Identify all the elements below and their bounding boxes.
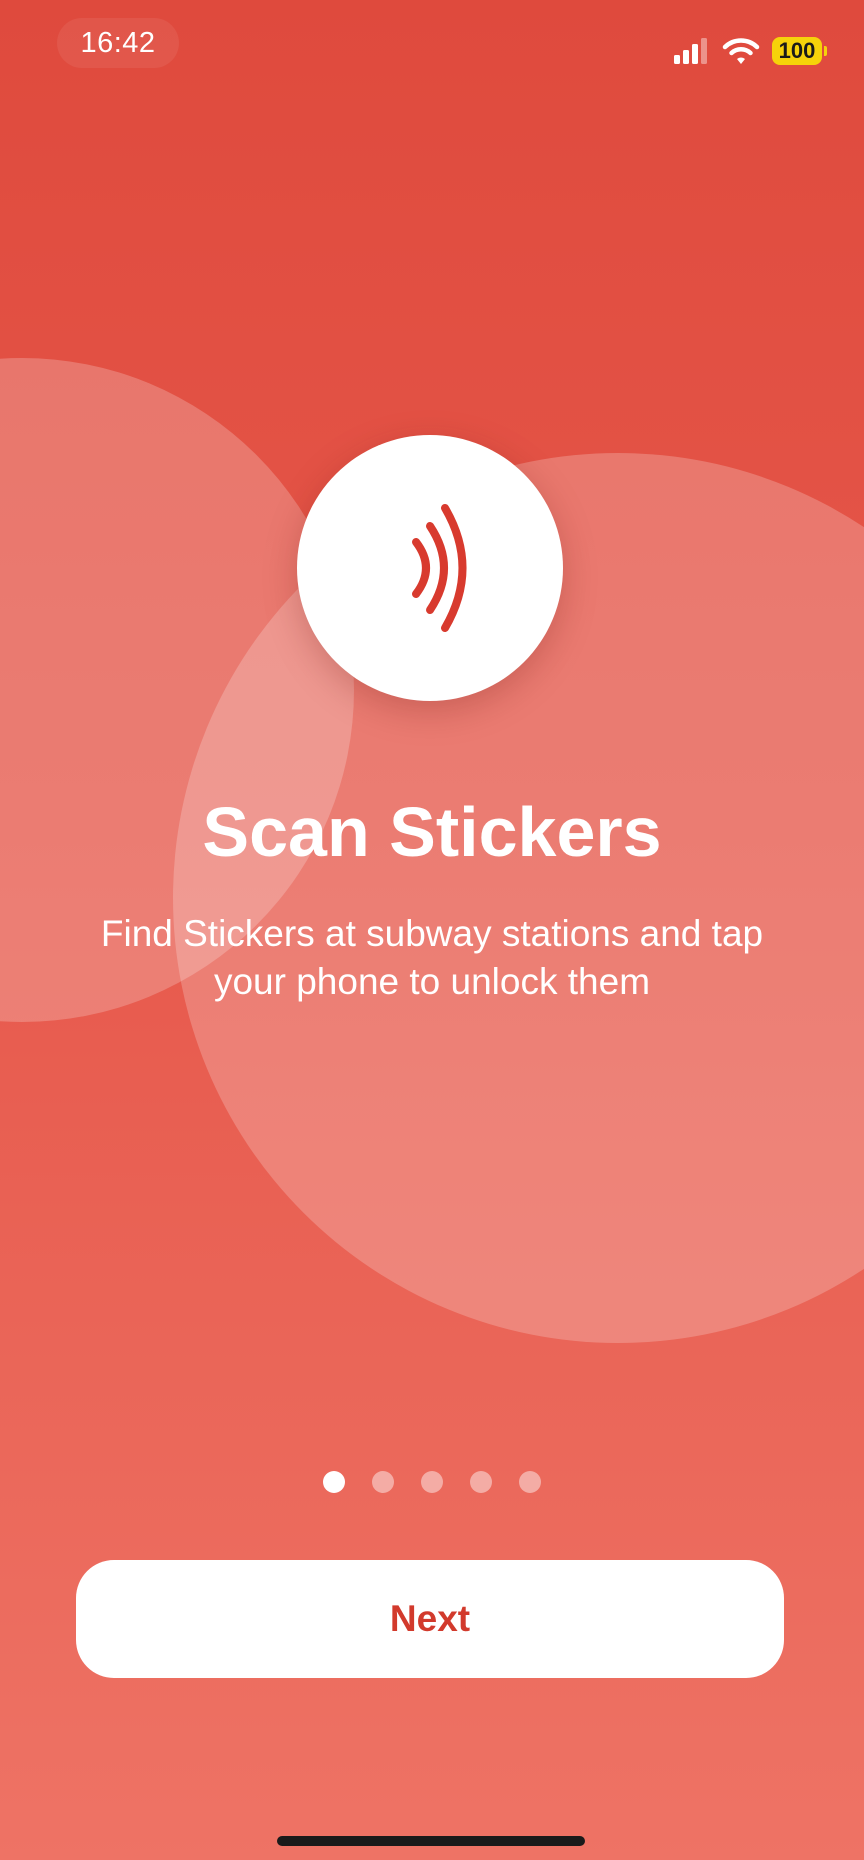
status-time: 16:42 bbox=[57, 18, 179, 68]
page-dot-3[interactable] bbox=[421, 1471, 443, 1493]
page-indicator bbox=[0, 1471, 864, 1493]
home-indicator[interactable] bbox=[277, 1836, 585, 1846]
next-button[interactable]: Next bbox=[76, 1560, 784, 1678]
page-dot-1[interactable] bbox=[323, 1471, 345, 1493]
page-title: Scan Stickers bbox=[202, 793, 662, 871]
page-dot-5[interactable] bbox=[519, 1471, 541, 1493]
wifi-icon bbox=[722, 38, 760, 64]
hero-icon-circle bbox=[297, 435, 563, 701]
nfc-waves-icon bbox=[412, 504, 467, 632]
status-icons: 100 bbox=[674, 34, 827, 68]
onboarding-screen: 16:42 100 Scan Stickers Find Stickers at… bbox=[0, 0, 864, 1860]
battery-icon: 100 bbox=[772, 37, 827, 65]
page-subtitle: Find Stickers at subway stations and tap… bbox=[100, 913, 764, 1002]
page-dot-4[interactable] bbox=[470, 1471, 492, 1493]
cellular-signal-icon bbox=[674, 38, 707, 64]
page-dot-2[interactable] bbox=[372, 1471, 394, 1493]
